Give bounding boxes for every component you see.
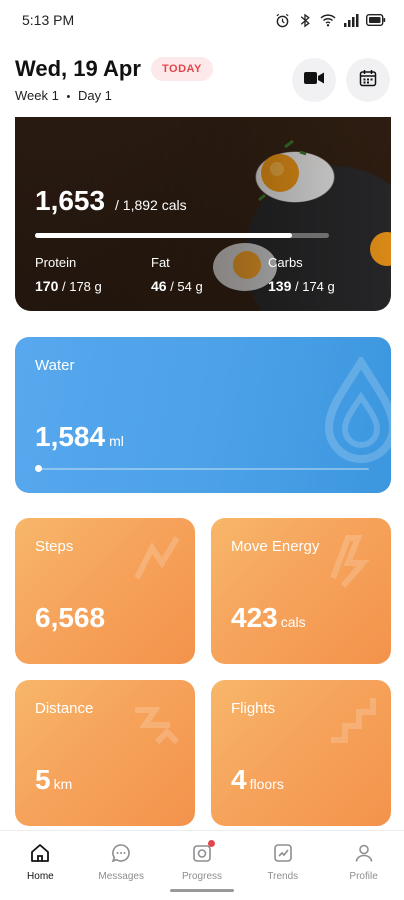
nav-label: Trends: [267, 871, 299, 882]
tile-value: 6,568: [35, 602, 108, 634]
messages-icon: [109, 841, 133, 865]
trends-icon: [271, 841, 295, 865]
calendar-icon: [359, 69, 377, 92]
nav-profile[interactable]: Profile: [323, 831, 404, 900]
profile-icon: [352, 841, 376, 865]
calories-progress-fill: [35, 233, 292, 238]
calendar-button[interactable]: [346, 58, 390, 102]
wifi-icon: [320, 12, 336, 28]
video-button[interactable]: [292, 58, 336, 102]
tile-value: 4 floors: [231, 764, 284, 796]
page-title[interactable]: Wed, 19 Apr: [15, 56, 141, 82]
water-amount: 1,584: [35, 421, 106, 452]
nav-label: Home: [27, 871, 54, 882]
nav-label: Messages: [98, 871, 144, 882]
battery-icon: [366, 12, 386, 28]
tile-value: 423 cals: [231, 602, 306, 634]
macro-label: Fat: [151, 255, 170, 270]
week-day-label: Week 1 • Day 1: [15, 88, 112, 103]
distance-icon: [135, 707, 180, 745]
home-icon: [28, 841, 52, 865]
calories-card[interactable]: 1,653 / 1,892 cals Protein 170 / 178 g F…: [15, 117, 391, 311]
macro-goal: / 54 g: [170, 279, 203, 294]
tile-title: Steps: [35, 538, 74, 555]
tile-unit: floors: [249, 776, 284, 792]
video-camera-icon: [303, 70, 325, 91]
distance-tile[interactable]: Distance 5 km: [15, 680, 195, 826]
nav-messages[interactable]: Messages: [81, 831, 162, 900]
tile-unit: km: [53, 776, 73, 792]
alarm-icon: [274, 12, 290, 28]
water-progress-handle: [35, 465, 42, 472]
tile-title: Move Energy: [231, 538, 320, 555]
header: Wed, 19 Apr TODAY Week 1 • Day 1: [0, 52, 404, 112]
progress-icon: [190, 840, 215, 865]
water-title: Water: [35, 357, 75, 374]
tile-number: 5: [35, 764, 51, 795]
tile-title: Distance: [35, 700, 94, 717]
tile-number: 4: [231, 764, 247, 795]
day-label: Day 1: [77, 88, 112, 103]
calories-goal: / 1,892 cals: [115, 197, 187, 213]
macro-value: 139: [268, 278, 292, 294]
macro-carbs: Carbs 139 / 174 g: [268, 255, 335, 294]
today-badge: TODAY: [151, 57, 213, 81]
status-icons: [274, 12, 386, 28]
macro-label: Protein: [35, 255, 77, 270]
tile-unit: cals: [280, 614, 306, 630]
water-value: 1,584 ml: [35, 421, 124, 453]
nav-label: Progress: [181, 871, 222, 882]
water-unit: ml: [109, 433, 124, 449]
nav-label: Profile: [349, 871, 378, 882]
week-label: Week 1: [15, 88, 59, 103]
calories-progress-bar: [35, 233, 329, 238]
water-card[interactable]: Water 1,584 ml: [15, 337, 391, 493]
water-drop-icon: [324, 357, 391, 463]
steps-icon: [134, 536, 180, 580]
tile-title: Flights: [231, 700, 276, 717]
macro-goal: / 174 g: [294, 279, 335, 294]
calories-consumed: 1,653: [35, 185, 106, 216]
steps-tile[interactable]: Steps 6,568: [15, 518, 195, 664]
tile-number: 6,568: [35, 602, 106, 633]
flights-tile[interactable]: Flights 4 floors: [211, 680, 391, 826]
energy-icon: [330, 535, 370, 588]
signal-icon: [343, 12, 359, 28]
bluetooth-icon: [297, 12, 313, 28]
status-time: 5:13 PM: [22, 12, 75, 28]
nav-trends[interactable]: Trends: [242, 831, 323, 900]
macro-protein: Protein 170 / 178 g: [35, 255, 102, 294]
nav-home[interactable]: Home: [0, 831, 81, 900]
tile-number: 423: [231, 602, 278, 633]
macro-label: Carbs: [268, 255, 303, 270]
macro-goal: / 178 g: [61, 279, 102, 294]
macro-value: 170: [35, 278, 59, 294]
home-indicator: [170, 889, 234, 892]
water-progress-track: [35, 468, 369, 470]
separator: •: [66, 91, 71, 103]
macro-fat: Fat 46 / 54 g: [151, 255, 203, 294]
status-bar: 5:13 PM: [0, 0, 404, 40]
macro-value: 46: [151, 278, 167, 294]
move-energy-tile[interactable]: Move Energy 423 cals: [211, 518, 391, 664]
tile-value: 5 km: [35, 764, 72, 796]
flights-icon: [331, 698, 376, 743]
notification-badge: [207, 840, 215, 847]
